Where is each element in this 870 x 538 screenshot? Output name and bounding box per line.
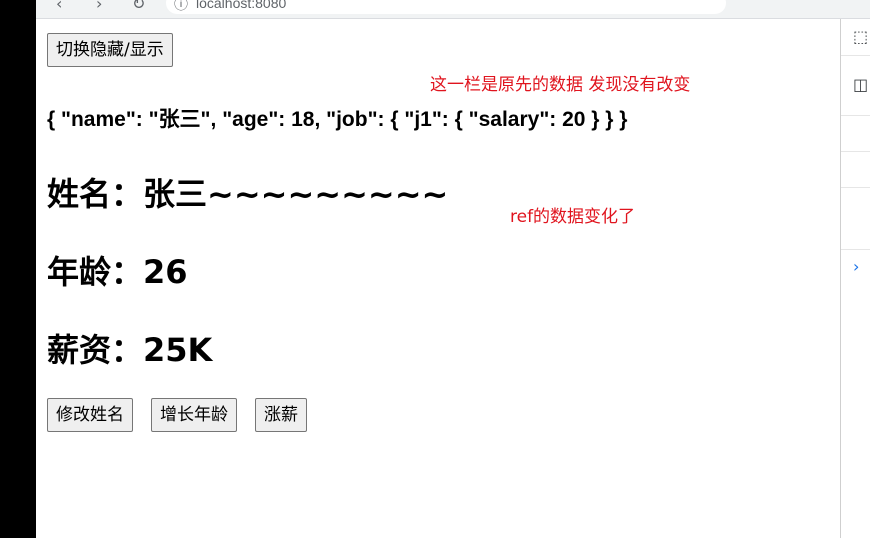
url-text[interactable]: localhost:8080 — [196, 0, 286, 11]
address-bar[interactable]: ⓘ localhost:8080 — [166, 0, 726, 14]
devtools-row: ◫ — [841, 55, 870, 116]
page-content: 切换隐藏/显示 这一栏是原先的数据 发现没有改变 { "name": "张三",… — [36, 19, 840, 538]
raise-salary-button[interactable]: 涨薪 — [255, 398, 307, 432]
devtools-row: ⬚ — [841, 19, 870, 56]
annotation-original-unchanged: 这一栏是原先的数据 发现没有改变 — [430, 75, 691, 95]
back-icon[interactable]: ‹ — [56, 0, 62, 13]
reload-icon[interactable]: ↻ — [132, 0, 145, 13]
salary-heading: 薪资：25K — [47, 331, 213, 369]
devtools-panel: ⬚ ◫ › — [840, 19, 870, 538]
devtools-row — [841, 187, 870, 250]
original-json-display: { "name": "张三", "age": 18, "job": { "j1"… — [47, 108, 628, 131]
forward-icon[interactable]: › — [96, 0, 102, 13]
toggle-visibility-button[interactable]: 切换隐藏/显示 — [47, 33, 173, 67]
name-heading: 姓名：张三~~~~~~~~~ — [47, 175, 449, 213]
devtools-row — [841, 115, 870, 152]
left-black-strip — [0, 0, 36, 538]
device-toolbar-icon[interactable]: ◫ — [853, 75, 868, 94]
chevron-right-icon[interactable]: › — [853, 257, 859, 276]
browser-toolbar: ‹ › ↻ ⓘ localhost:8080 — [36, 0, 870, 19]
site-info-icon[interactable]: ⓘ — [174, 0, 188, 14]
inspect-element-icon[interactable]: ⬚ — [853, 27, 868, 46]
grow-age-button[interactable]: 增长年龄 — [151, 398, 237, 432]
change-name-button[interactable]: 修改姓名 — [47, 398, 133, 432]
annotation-ref-changed: ref的数据变化了 — [510, 207, 636, 227]
devtools-row — [841, 151, 870, 188]
age-heading: 年龄：26 — [47, 253, 188, 291]
